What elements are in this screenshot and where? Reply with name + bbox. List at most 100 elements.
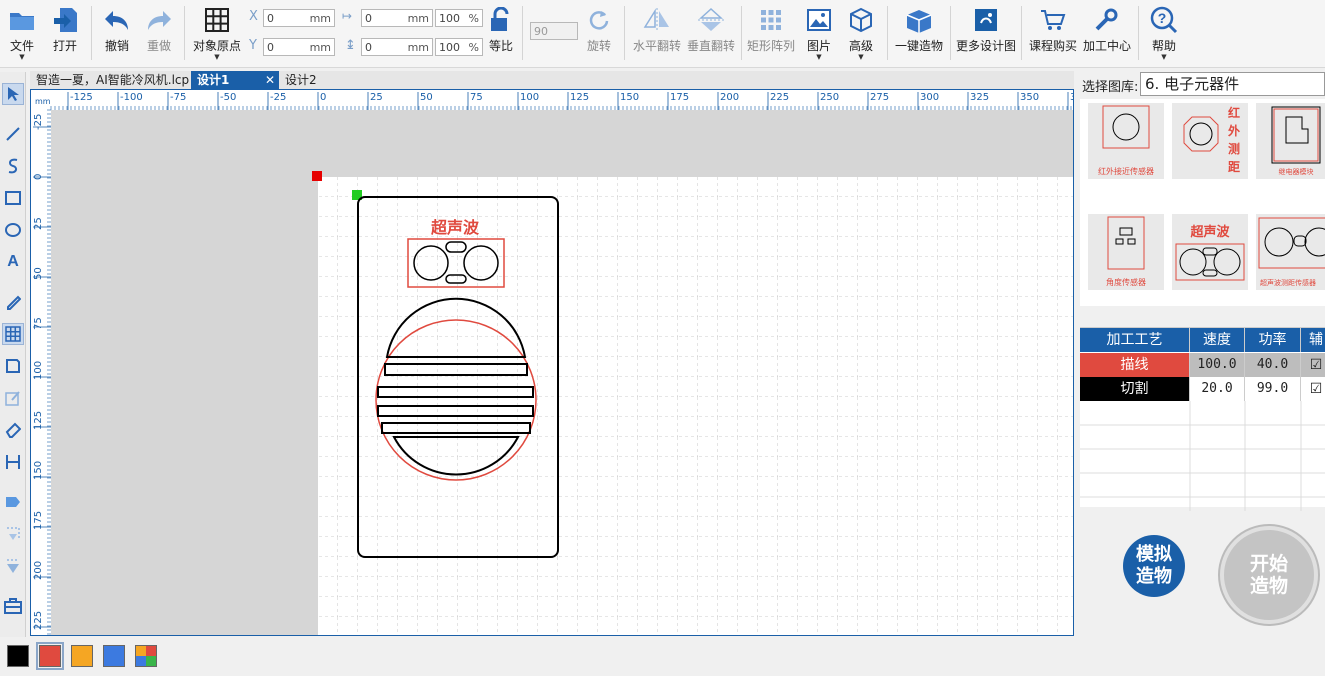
undo-button[interactable]: 撤销: [100, 0, 134, 64]
library-label: 选择图库:: [1082, 80, 1139, 95]
measure-tool[interactable]: [2, 291, 24, 313]
horizontal-flip-button[interactable]: 水平翻转: [630, 0, 684, 64]
design-canvas[interactable]: -125 -100 -75 -50 -25 0 25 50 75 100 125 150 175 200 2…: [30, 89, 1074, 636]
ruler-h-label: 275: [870, 92, 889, 103]
right-panel: 选择图库: 6. 电子元器件 红外接近传感器 红外测距 继电器模块 角度传感器 …: [1077, 71, 1325, 636]
start-make-button[interactable]: 开始 造物: [1220, 526, 1318, 624]
offset-tool[interactable]: [2, 555, 24, 577]
process-table-header: 加工工艺 速度 功率 辅: [1080, 328, 1325, 352]
ruler-v-label: 25: [33, 217, 44, 230]
weld-tool[interactable]: [2, 523, 24, 545]
grid-icon: [5, 326, 21, 342]
color-palette: [0, 638, 1325, 676]
ruler-h-label: 0: [320, 92, 326, 103]
color-swatch-multi[interactable]: [135, 645, 157, 667]
library-item-ir-ranging[interactable]: 红外测距: [1172, 103, 1248, 179]
ruler-h-label: 350: [1020, 92, 1039, 103]
library-item-angle-sensor[interactable]: 角度传感器: [1088, 214, 1164, 290]
x-position-input[interactable]: 0 mm: [263, 9, 335, 27]
width-icon: ↦: [342, 9, 353, 23]
open-button[interactable]: 打开: [48, 0, 82, 64]
rotate-button[interactable]: 旋转: [584, 0, 614, 64]
process-row-trace[interactable]: 描线 100.0 40.0 ☑: [1080, 353, 1325, 377]
rectangular-array-button[interactable]: 矩形阵列: [744, 0, 798, 64]
ruler-h-label: 250: [820, 92, 839, 103]
course-purchase-button[interactable]: 课程购买: [1026, 0, 1080, 64]
design-gallery-icon: [971, 5, 1001, 35]
height-percent-input[interactable]: 100%: [435, 38, 483, 56]
close-icon[interactable]: ✕: [265, 71, 275, 89]
grid-tool[interactable]: [2, 323, 24, 345]
width-input[interactable]: 0 mm: [361, 9, 433, 27]
file-button[interactable]: 文件 ▼: [6, 0, 38, 64]
fill-tool[interactable]: [2, 491, 24, 513]
align-tool[interactable]: [2, 451, 24, 473]
weld-icon: [7, 527, 20, 540]
rotate-icon: [584, 5, 614, 35]
one-click-make-button[interactable]: 一键造物: [892, 0, 946, 64]
color-swatch-red[interactable]: [36, 642, 64, 670]
color-swatch-blue[interactable]: [103, 645, 125, 667]
simulate-make-button[interactable]: 模拟 造物: [1123, 535, 1185, 597]
y-position-input[interactable]: 0 mm: [263, 38, 335, 56]
rotate-angle-input[interactable]: 90: [530, 22, 578, 40]
rectangle-tool[interactable]: [2, 187, 24, 209]
proportional-lock-button[interactable]: 等比: [485, 0, 517, 64]
eraser-tool[interactable]: [2, 419, 24, 441]
ellipse-tool[interactable]: [2, 219, 24, 241]
ruler-unit: mm: [35, 97, 51, 106]
text-tool[interactable]: A: [2, 251, 24, 273]
library-item-relay[interactable]: 继电器模块: [1256, 103, 1325, 179]
process-row-cut[interactable]: 切割 20.0 99.0 ☑: [1080, 377, 1325, 401]
tools-icon: [1092, 5, 1122, 35]
vertical-flip-button[interactable]: 垂直翻转: [684, 0, 738, 64]
color-swatch-black[interactable]: [7, 645, 29, 667]
svg-text:超声波测距传感器: 超声波测距传感器: [1260, 278, 1316, 287]
box-icon: [904, 5, 934, 35]
ellipse-icon: [5, 223, 21, 237]
height-input[interactable]: 0 mm: [361, 38, 433, 56]
process-center-button[interactable]: 加工中心: [1080, 0, 1134, 64]
cube-icon: [846, 5, 876, 35]
library-item-ir-proximity[interactable]: 红外接近传感器: [1088, 103, 1164, 179]
tab-design-1[interactable]: 设计1 ✕: [191, 71, 279, 89]
help-button[interactable]: ? 帮助 ▼: [1148, 0, 1180, 64]
advanced-button[interactable]: 高级 ▼: [845, 0, 877, 64]
ruler-h-label: 37: [1070, 92, 1073, 103]
svg-text:外: 外: [1228, 123, 1240, 138]
process-row-cut-checkbox[interactable]: ☑: [1301, 377, 1325, 401]
object-origin-button[interactable]: 对象原点 ▼: [190, 0, 244, 64]
color-swatch-orange[interactable]: [71, 645, 93, 667]
line-tool[interactable]: [2, 123, 24, 145]
tab-document-1[interactable]: 智造一夏，AI智能冷风机.lcp: [30, 71, 190, 89]
ruler-v-label: 175: [33, 511, 44, 530]
horizontal-flip-icon: [642, 5, 672, 35]
toolbox-tool[interactable]: [2, 595, 24, 617]
pencil-icon: [7, 295, 21, 310]
image-button[interactable]: 图片 ▼: [803, 0, 835, 64]
chevron-down-icon: ▼: [858, 53, 864, 61]
select-tool[interactable]: [2, 83, 24, 105]
library-item-ultrasonic[interactable]: 超声波: [1172, 214, 1248, 290]
svg-text:继电器模块: 继电器模块: [1279, 167, 1314, 176]
width-percent-input[interactable]: 100%: [435, 9, 483, 27]
library-item-ultrasonic-ranging[interactable]: 超声波测距传感器: [1256, 214, 1325, 290]
svg-text:测: 测: [1228, 141, 1240, 156]
eraser-icon: [5, 422, 21, 438]
frame-tool[interactable]: [2, 355, 24, 377]
curve-tool[interactable]: [2, 155, 24, 177]
svg-text:距: 距: [1228, 160, 1240, 174]
process-row-trace-checkbox[interactable]: ☑: [1301, 353, 1325, 377]
ruler-v-label: 200: [33, 561, 44, 580]
ruler-h-label: -100: [120, 92, 143, 103]
redo-button[interactable]: 重做: [142, 0, 176, 64]
library-select[interactable]: 6. 电子元器件: [1140, 72, 1325, 96]
lock-icon: [486, 5, 516, 35]
ruler-h-label: -125: [70, 92, 93, 103]
more-designs-button[interactable]: 更多设计图: [954, 0, 1018, 64]
process-table-empty-rows: [1080, 401, 1325, 511]
array-icon: [756, 5, 786, 35]
tab-design-2[interactable]: 设计2: [279, 71, 339, 89]
fill-icon: [6, 497, 20, 507]
edit-node-tool[interactable]: [2, 387, 24, 409]
